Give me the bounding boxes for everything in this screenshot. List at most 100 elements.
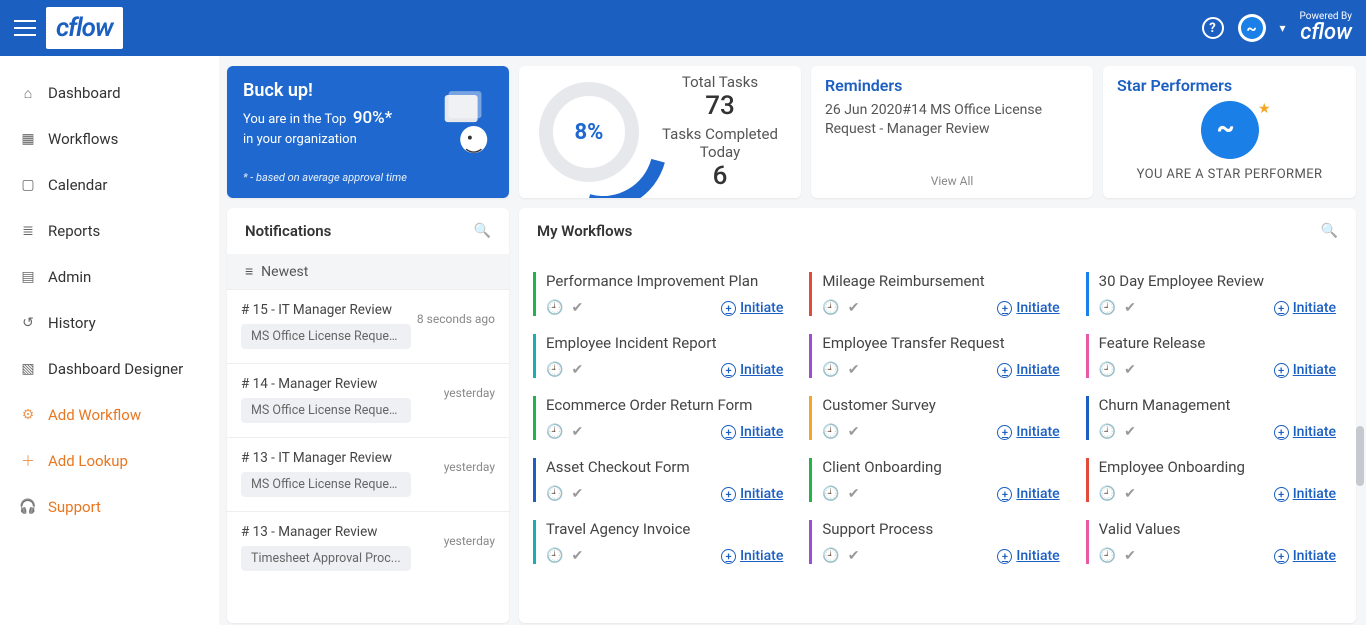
search-icon[interactable]: 🔍 [1321,223,1338,239]
workflow-card: Employee Transfer Request 🕘 ✔︎ +Initiate [809,334,1065,378]
check-icon[interactable]: ✔︎ [571,300,583,316]
clock-icon[interactable]: 🕘 [546,300,563,316]
check-icon[interactable]: ✔︎ [1124,424,1136,440]
initiate-button[interactable]: +Initiate [721,486,783,502]
clock-icon[interactable]: 🕘 [546,362,563,378]
help-icon[interactable]: ? [1202,17,1224,39]
chart-icon: ≣ [20,223,36,239]
sidebar-item-add-workflow[interactable]: ⚙Add Workflow [0,392,219,438]
clock-icon[interactable]: 🕘 [1099,486,1116,502]
check-icon[interactable]: ✔︎ [848,486,860,502]
check-icon[interactable]: ✔︎ [1124,300,1136,316]
scrollbar-thumb[interactable] [1356,426,1364,486]
initiate-button[interactable]: +Initiate [997,424,1059,440]
notification-item[interactable]: # 14 - Manager Review yesterday MS Offic… [227,363,509,437]
initiate-button[interactable]: +Initiate [721,300,783,316]
workflow-title[interactable]: Mileage Reimbursement [822,272,1059,290]
initiate-button[interactable]: +Initiate [997,548,1059,564]
reminders-view-all[interactable]: View All [825,168,1079,188]
sidebar-item-label: Workflows [48,130,118,148]
notification-item[interactable]: # 13 - Manager Review yesterday Timeshee… [227,511,509,585]
clock-icon[interactable]: 🕘 [822,424,839,440]
user-avatar[interactable]: ~ [1238,14,1266,42]
tasks-today-value: 6 [649,161,791,191]
workflow-title[interactable]: Churn Management [1099,396,1336,414]
check-icon[interactable]: ✔︎ [848,362,860,378]
notifications-title: Notifications [245,222,331,240]
workflow-title[interactable]: Performance Improvement Plan [546,272,783,290]
clock-icon[interactable]: 🕘 [822,486,839,502]
workflow-title[interactable]: Employee Onboarding [1099,458,1336,476]
sidebar-item-support[interactable]: 🎧Support [0,484,219,530]
sidebar-item-label: Admin [48,268,91,286]
workflow-title[interactable]: Ecommerce Order Return Form [546,396,783,414]
check-icon[interactable]: ✔︎ [1124,362,1136,378]
sidebar-item-dashboard-designer[interactable]: ▧Dashboard Designer [0,346,219,392]
initiate-button[interactable]: +Initiate [1274,362,1336,378]
sidebar-item-label: History [48,314,96,332]
clock-icon[interactable]: 🕘 [1099,548,1116,564]
clock-icon[interactable]: 🕘 [1099,362,1116,378]
brand-text: cflow [56,13,113,43]
clock-icon[interactable]: 🕘 [822,362,839,378]
workflow-title[interactable]: 30 Day Employee Review [1099,272,1336,290]
initiate-button[interactable]: +Initiate [721,362,783,378]
check-icon[interactable]: ✔︎ [571,362,583,378]
check-icon[interactable]: ✔︎ [571,424,583,440]
check-icon[interactable]: ✔︎ [1124,486,1136,502]
headphones-icon: 🎧 [20,499,36,515]
reminder-text[interactable]: 26 Jun 2020#14 MS Office License Request… [825,101,1079,139]
workflow-title[interactable]: Travel Agency Invoice [546,520,783,538]
sidebar-item-workflows[interactable]: ▦Workflows [0,116,219,162]
hamburger-menu-icon[interactable] [14,20,36,36]
workflow-title[interactable]: Feature Release [1099,334,1336,352]
total-tasks-label: Total Tasks [649,73,791,91]
initiate-button[interactable]: +Initiate [1274,300,1336,316]
clock-icon[interactable]: 🕘 [1099,300,1116,316]
tasks-today-label: Tasks Completed Today [649,125,791,161]
clock-icon[interactable]: 🕘 [1099,424,1116,440]
gauge-percentage: 8% [575,120,604,145]
workflow-title[interactable]: Asset Checkout Form [546,458,783,476]
initiate-button[interactable]: +Initiate [721,548,783,564]
clock-icon[interactable]: 🕘 [822,300,839,316]
check-icon[interactable]: ✔︎ [848,424,860,440]
clock-icon[interactable]: 🕘 [822,548,839,564]
notification-item[interactable]: # 13 - IT Manager Review yesterday MS Of… [227,437,509,511]
workflow-title[interactable]: Client Onboarding [822,458,1059,476]
workflow-title[interactable]: Employee Transfer Request [822,334,1059,352]
initiate-button[interactable]: +Initiate [1274,486,1336,502]
check-icon[interactable]: ✔︎ [848,300,860,316]
clock-icon[interactable]: 🕘 [546,486,563,502]
notifications-sort[interactable]: ≡Newest [227,254,509,289]
initiate-button[interactable]: +Initiate [997,300,1059,316]
sidebar-item-calendar[interactable]: ▢Calendar [0,162,219,208]
initiate-button[interactable]: +Initiate [721,424,783,440]
check-icon[interactable]: ✔︎ [571,548,583,564]
initiate-button[interactable]: +Initiate [1274,548,1336,564]
clock-icon[interactable]: 🕘 [546,548,563,564]
notification-item[interactable]: # 15 - IT Manager Review 8 seconds ago M… [227,289,509,363]
check-icon[interactable]: ✔︎ [571,486,583,502]
sidebar-item-history[interactable]: ↺History [0,300,219,346]
sidebar-item-add-lookup[interactable]: ＋Add Lookup [0,438,219,484]
reminders-card: Reminders 26 Jun 2020#14 MS Office Licen… [811,66,1093,198]
workflow-title[interactable]: Valid Values [1099,520,1336,538]
brand-logo[interactable]: cflow [46,7,123,49]
workflow-title[interactable]: Customer Survey [822,396,1059,414]
clock-icon[interactable]: 🕘 [546,424,563,440]
sidebar-item-dashboard[interactable]: ⌂Dashboard [0,70,219,116]
initiate-button[interactable]: +Initiate [997,486,1059,502]
initiate-button[interactable]: +Initiate [997,362,1059,378]
workflow-title[interactable]: Support Process [822,520,1059,538]
initiate-button[interactable]: +Initiate [1274,424,1336,440]
sidebar-item-admin[interactable]: ▤Admin [0,254,219,300]
plus-circle-icon: + [721,487,736,502]
chevron-down-icon[interactable]: ▾ [1280,21,1286,35]
sidebar-item-reports[interactable]: ≣Reports [0,208,219,254]
search-icon[interactable]: 🔍 [474,223,491,239]
workflow-card: Feature Release 🕘 ✔︎ +Initiate [1086,334,1342,378]
check-icon[interactable]: ✔︎ [1124,548,1136,564]
workflow-title[interactable]: Employee Incident Report [546,334,783,352]
check-icon[interactable]: ✔︎ [848,548,860,564]
